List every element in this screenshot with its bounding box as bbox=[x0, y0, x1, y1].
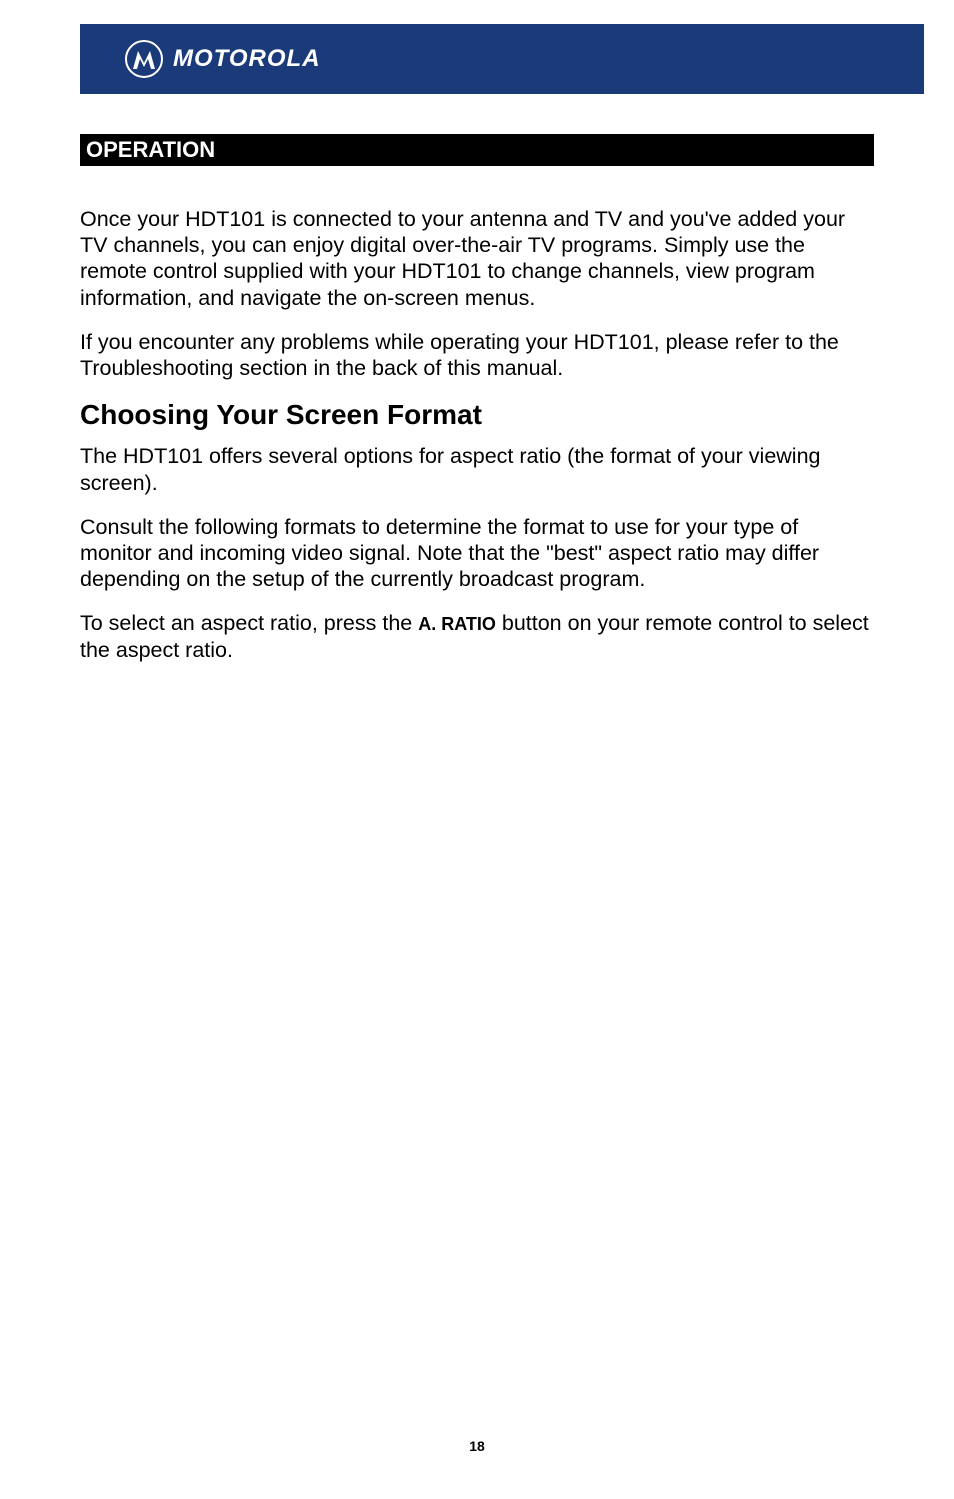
brand-logo: MOTOROLA bbox=[125, 40, 321, 78]
page-content: OPERATION Once your HDT101 is connected … bbox=[0, 94, 954, 663]
body-paragraph-2: Consult the following formats to determi… bbox=[80, 514, 874, 593]
section-title: OPERATION bbox=[80, 134, 874, 166]
p5-pre-text: To select an aspect ratio, press the bbox=[80, 611, 418, 635]
page-number: 18 bbox=[0, 1438, 954, 1454]
sub-heading: Choosing Your Screen Format bbox=[80, 399, 874, 431]
motorola-logo-icon bbox=[125, 40, 163, 78]
intro-paragraph-1: Once your HDT101 is connected to your an… bbox=[80, 206, 874, 311]
intro-paragraph-2: If you encounter any problems while oper… bbox=[80, 329, 874, 381]
body-paragraph-1: The HDT101 offers several options for as… bbox=[80, 443, 874, 495]
button-label-reference: A. RATIO bbox=[418, 614, 496, 634]
brand-header: MOTOROLA bbox=[80, 24, 924, 94]
brand-name: MOTOROLA bbox=[173, 45, 321, 73]
body-paragraph-3: To select an aspect ratio, press the A. … bbox=[80, 610, 874, 662]
